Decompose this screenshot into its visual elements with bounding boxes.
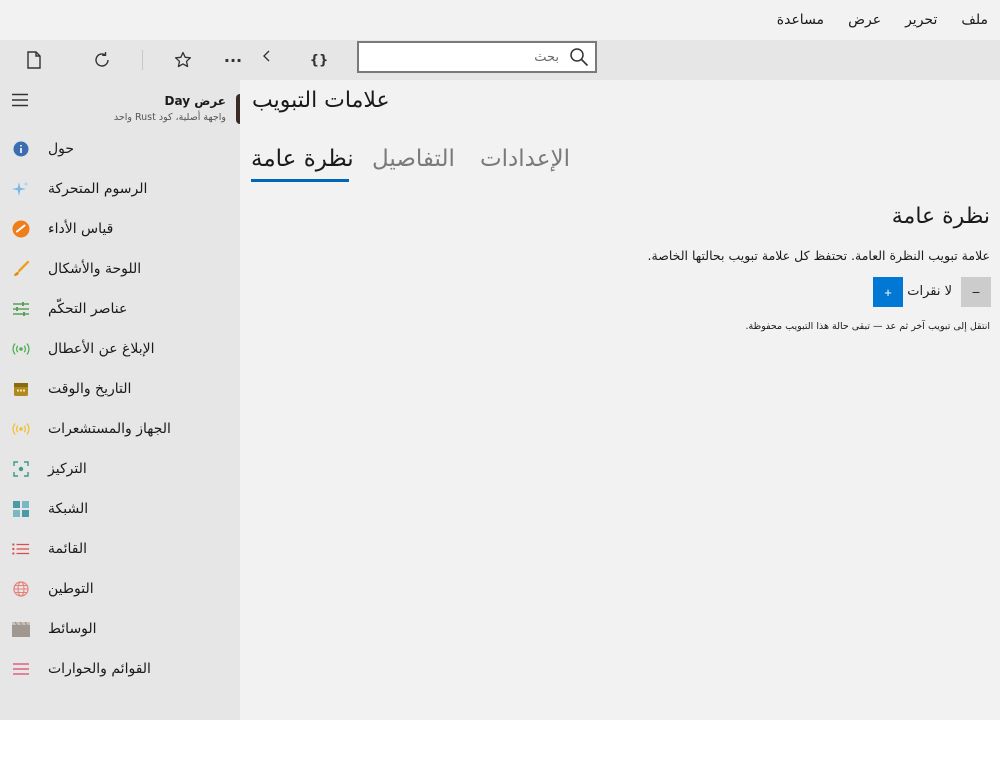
brush-icon bbox=[14, 260, 30, 276]
sidebar-item-list[interactable]: القائمة bbox=[0, 529, 240, 569]
menu-edit[interactable]: تحرير bbox=[893, 0, 949, 40]
new-file-button[interactable] bbox=[14, 40, 54, 80]
sidebar-item-label: قياس الأداء bbox=[48, 221, 114, 237]
broadcast-icon bbox=[12, 343, 30, 355]
new-file-icon bbox=[27, 51, 41, 69]
sidebar-item-label: التوطين bbox=[48, 581, 94, 597]
toolbar: ··· {} bbox=[0, 40, 1000, 80]
sidebar-item-device-sensors[interactable]: الجهاز والمستشعرات bbox=[0, 409, 240, 449]
more-icon: ··· bbox=[223, 50, 243, 70]
favorite-button[interactable] bbox=[163, 40, 203, 80]
tab-state-hint: انتقل إلى تبويب آخر ثم عد — تبقى حالة هذ… bbox=[745, 321, 990, 332]
gauge-icon bbox=[12, 220, 30, 238]
grid-icon bbox=[13, 501, 29, 517]
section-description: علامة تبويب النظرة العامة. تحتفظ كل علام… bbox=[647, 248, 990, 263]
hamburger-button[interactable] bbox=[8, 88, 32, 112]
app-title: عرض Day bbox=[164, 94, 227, 108]
sidebar-item-label: القوائم والحوارات bbox=[48, 661, 151, 677]
sidebar-item-label: التاريخ والوقت bbox=[48, 381, 132, 397]
sidebar-item-crash-reporting[interactable]: الإبلاغ عن الأعطال bbox=[0, 329, 240, 369]
back-button[interactable] bbox=[247, 36, 287, 76]
app-subtitle: واجهة أصلية، كود Rust واحد bbox=[113, 112, 226, 123]
menu-file[interactable]: ملف bbox=[949, 0, 1000, 40]
sidebar-item-canvas[interactable]: اللوحة والأشكال bbox=[0, 249, 240, 289]
section-title: نظرة عامة bbox=[891, 204, 990, 229]
sidebar: عرض Day واجهة أصلية، كود Rust واحد حول ا… bbox=[0, 80, 240, 720]
clapper-icon bbox=[12, 621, 30, 637]
sidebar-item-datetime[interactable]: التاريخ والوقت bbox=[0, 369, 240, 409]
source-code-button[interactable]: {} bbox=[299, 40, 339, 80]
search-icon[interactable] bbox=[569, 47, 589, 67]
hamburger-icon bbox=[12, 93, 28, 107]
braces-icon: {} bbox=[309, 52, 329, 68]
sidebar-item-media[interactable]: الوسائط bbox=[0, 609, 240, 649]
sidebar-item-controls[interactable]: عناصر التحكّم bbox=[0, 289, 240, 329]
sidebar-item-label: الوسائط bbox=[48, 621, 97, 637]
info-icon bbox=[13, 141, 29, 157]
menu-help[interactable]: مساعدة bbox=[765, 0, 836, 40]
sliders-icon bbox=[13, 302, 29, 316]
sidebar-item-focus[interactable]: التركيز bbox=[0, 449, 240, 489]
star-icon bbox=[174, 51, 192, 68]
tab-settings[interactable]: الإعدادات bbox=[480, 146, 570, 172]
toolbar-separator bbox=[142, 50, 143, 70]
sidebar-item-label: الجهاز والمستشعرات bbox=[48, 421, 171, 437]
sidebar-item-label: الرسوم المتحركة bbox=[48, 181, 148, 197]
focus-icon bbox=[13, 461, 29, 477]
tab-overview[interactable]: نظرة عامة bbox=[251, 146, 354, 172]
sensor-icon bbox=[12, 423, 30, 435]
decrement-button[interactable]: − bbox=[961, 277, 991, 307]
sidebar-item-about[interactable]: حول bbox=[0, 129, 240, 169]
chevron-left-icon bbox=[263, 50, 270, 62]
sidebar-item-animations[interactable]: الرسوم المتحركة bbox=[0, 169, 240, 209]
tab-details[interactable]: التفاصيل bbox=[372, 146, 455, 172]
sidebar-item-label: عناصر التحكّم bbox=[48, 301, 128, 317]
search-input[interactable] bbox=[359, 43, 569, 71]
main-content: علامات التبويب نظرة عامة التفاصيل الإعدا… bbox=[240, 80, 1000, 720]
sidebar-item-label: الإبلاغ عن الأعطال bbox=[48, 341, 155, 357]
increment-button[interactable]: + bbox=[873, 277, 903, 307]
search-box[interactable] bbox=[357, 41, 597, 73]
menu-lines-icon bbox=[13, 663, 29, 675]
sidebar-item-menus-dialogs[interactable]: القوائم والحوارات bbox=[0, 649, 240, 689]
sidebar-item-localization[interactable]: التوطين bbox=[0, 569, 240, 609]
calendar-icon bbox=[14, 383, 28, 396]
refresh-button[interactable] bbox=[82, 40, 122, 80]
click-counter: لا نقرات bbox=[907, 284, 952, 299]
sidebar-item-label: حول bbox=[48, 141, 75, 157]
sparkle-icon bbox=[12, 181, 29, 196]
page-title: علامات التبويب bbox=[252, 88, 390, 113]
menu-bar: ملفتحريرعرضمساعدة bbox=[0, 0, 1000, 40]
sidebar-item-label: التركيز bbox=[48, 461, 87, 477]
sidebar-item-performance[interactable]: قياس الأداء bbox=[0, 209, 240, 249]
sidebar-item-label: القائمة bbox=[48, 541, 87, 557]
sidebar-item-label: الشبكة bbox=[48, 501, 89, 517]
globe-icon bbox=[13, 581, 29, 597]
refresh-icon bbox=[95, 52, 109, 67]
sidebar-item-grid[interactable]: الشبكة bbox=[0, 489, 240, 529]
menu-view[interactable]: عرض bbox=[836, 0, 893, 40]
list-icon bbox=[12, 543, 30, 555]
active-tab-indicator bbox=[251, 179, 349, 182]
sidebar-item-label: اللوحة والأشكال bbox=[48, 261, 142, 277]
